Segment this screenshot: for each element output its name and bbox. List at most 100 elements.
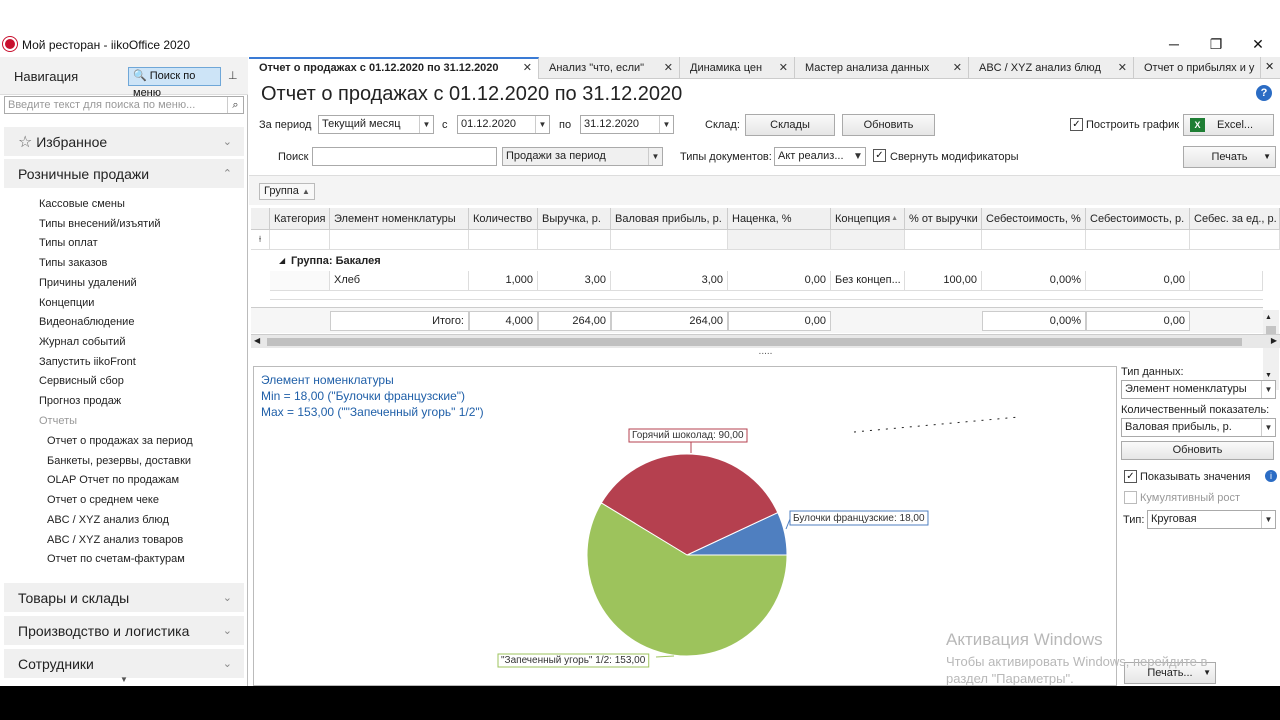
tab-abc-xyz[interactable]: ABC / XYZ анализ блюд ✕ (969, 57, 1134, 79)
group-chip[interactable]: Группа ▲ (259, 183, 315, 200)
scroll-left-icon[interactable]: ◀ (254, 336, 260, 345)
nav-report-item[interactable]: ABC / XYZ анализ блюд (47, 514, 169, 526)
help-icon[interactable]: ? (1256, 85, 1272, 101)
close-tab-icon[interactable]: ✕ (664, 57, 673, 79)
refresh-report-button[interactable]: Обновить (842, 114, 935, 136)
nav-item[interactable]: Видеонаблюдение (39, 316, 134, 328)
nav-section-goods[interactable]: Товары и склады ⌄ (4, 583, 244, 613)
close-window-button[interactable]: ✕ (1236, 34, 1280, 56)
scroll-down-icon[interactable]: ▼ (120, 675, 128, 684)
metric-select[interactable]: Валовая прибыль, р. ▼ (1121, 418, 1276, 437)
search-icon[interactable]: ⌕ (227, 97, 243, 113)
filter-cell[interactable] (728, 230, 831, 250)
column-header[interactable]: Себестоимость, % (982, 208, 1086, 230)
pin-icon[interactable]: ⊥ (228, 69, 238, 82)
chart-refresh-button[interactable]: Обновить (1121, 441, 1274, 460)
data-type-select[interactable]: Элемент номенклатуры ▼ (1121, 380, 1276, 399)
nav-item[interactable]: Причины удалений (39, 277, 137, 289)
close-tab-icon[interactable]: ✕ (1118, 57, 1127, 79)
nav-item[interactable]: Кассовые смены (39, 198, 125, 210)
nav-report-item[interactable]: Отчет о продажах за период (47, 435, 193, 447)
scroll-thumb[interactable] (267, 338, 1242, 346)
nav-report-item[interactable]: Банкеты, резервы, доставки (47, 455, 191, 467)
column-header[interactable]: Категория (270, 208, 330, 230)
minimize-button[interactable]: ─ (1152, 34, 1196, 56)
tab-what-if[interactable]: Анализ "что, если" ✕ (539, 57, 680, 79)
nav-item[interactable]: Сервисный сбор (39, 375, 124, 387)
show-values-checkbox[interactable]: ✓ (1124, 470, 1137, 483)
grid-search-input[interactable] (312, 147, 497, 166)
nav-report-item[interactable]: Отчет о среднем чеке (47, 494, 159, 506)
column-header[interactable]: Концепция ▲ (831, 208, 905, 230)
nav-item[interactable]: Журнал событий (39, 336, 125, 348)
nav-report-item[interactable]: Отчет по счетам-фактурам (47, 553, 185, 565)
nav-item[interactable]: Прогноз продаж (39, 395, 121, 407)
period-select[interactable]: Текущий месяц ▼ (318, 115, 434, 134)
nav-report-item[interactable]: OLAP Отчет по продажам (47, 474, 179, 486)
maximize-button[interactable]: ❐ (1194, 34, 1238, 56)
tab-close-all-icon[interactable]: ✕ (1265, 60, 1274, 73)
filter-cell[interactable] (611, 230, 728, 250)
filter-cell[interactable] (831, 230, 905, 250)
chart-type-select[interactable]: Круговая ▼ (1147, 510, 1276, 529)
menu-search-button[interactable]: 🔍 Поиск по меню (128, 67, 221, 99)
nav-search-input[interactable]: Введите текст для поиска по меню... ⌕ (4, 96, 244, 114)
filter-cell[interactable] (270, 230, 330, 250)
warehouses-button[interactable]: Склады (745, 114, 835, 136)
nav-item[interactable]: Типы заказов (39, 257, 107, 269)
nav-section-production[interactable]: Производство и логистика ⌄ (4, 616, 244, 646)
nav-item[interactable]: Запустить iikoFront (39, 356, 136, 368)
info-icon[interactable]: i (1265, 470, 1277, 482)
tab-data-wizard[interactable]: Мастер анализа данных ✕ (795, 57, 969, 79)
nav-item[interactable]: Отчеты (39, 415, 77, 427)
column-header[interactable]: Себес. за ед., р. (1190, 208, 1280, 230)
scroll-right-icon[interactable]: ▶ (1271, 336, 1277, 345)
date-from-field[interactable]: 01.12.2020 ▼ (457, 115, 550, 134)
tab-profit-report[interactable]: Отчет о прибылях и у (1134, 57, 1261, 79)
group-row[interactable]: ◢ Группа: Бакалея (251, 251, 1263, 271)
close-tab-icon[interactable]: ✕ (953, 57, 962, 79)
print-button[interactable]: Печать ▼ (1183, 146, 1276, 168)
nav-item[interactable]: Типы внесений/изъятий (39, 218, 160, 230)
scroll-up-icon[interactable]: ▲ (1265, 314, 1272, 321)
column-header[interactable]: Элемент номенклатуры (330, 208, 469, 230)
panel-splitter[interactable]: ..... (251, 347, 1280, 359)
column-header[interactable]: Себестоимость, р. (1086, 208, 1190, 230)
column-header[interactable]: Выручка, р. (538, 208, 611, 230)
filter-cell[interactable] (469, 230, 538, 250)
filter-cell[interactable] (538, 230, 611, 250)
tab-price-dynamics[interactable]: Динамика цен ✕ (680, 57, 795, 79)
date-to-field[interactable]: 31.12.2020 ▼ (580, 115, 674, 134)
collapse-modifiers-checkbox[interactable]: ✓ (873, 149, 886, 162)
nav-section-retail[interactable]: Розничные продажи ⌃ (4, 159, 244, 189)
filter-cell[interactable] (905, 230, 982, 250)
close-tab-icon[interactable]: ✕ (779, 57, 788, 79)
group-panel: Группа ▲ (249, 175, 1280, 205)
group-row-label: Группа: Бакалея (291, 255, 381, 267)
metric-label: Количественный показатель: (1121, 404, 1270, 416)
filter-cell[interactable] (1086, 230, 1190, 250)
nav-section-favorites[interactable]: ☆ Избранное ⌄ (4, 127, 244, 157)
excel-export-button[interactable]: X Excel... (1183, 114, 1274, 136)
nav-item[interactable]: Типы оплат (39, 237, 98, 249)
filter-cell[interactable] (982, 230, 1086, 250)
nav-item[interactable]: Концепции (39, 297, 94, 309)
doc-types-select[interactable]: Акт реализ... ▼ (774, 147, 866, 166)
pie-data-label-text: "Запеченный угорь" 1/2: 153,00 (501, 655, 646, 666)
date-from-value: 01.12.2020 (461, 118, 517, 130)
column-header[interactable]: % от выручки (905, 208, 982, 230)
column-header[interactable]: Количество (469, 208, 538, 230)
chevron-down-icon: ▼ (1261, 381, 1275, 398)
filter-cell[interactable] (330, 230, 469, 250)
tab-sales-report[interactable]: Отчет о продажах с 01.12.2020 по 31.12.2… (249, 57, 539, 79)
filter-cell[interactable] (1190, 230, 1280, 250)
collapse-triangle-icon[interactable]: ◢ (279, 251, 285, 271)
nav-report-item[interactable]: ABC / XYZ анализ товаров (47, 534, 183, 546)
close-tab-icon[interactable]: ✕ (523, 59, 532, 77)
build-chart-checkbox[interactable]: ✓ (1070, 118, 1083, 131)
column-header[interactable]: Наценка, % (728, 208, 831, 230)
cumulative-checkbox[interactable] (1124, 491, 1137, 504)
column-header[interactable]: Валовая прибыль, р. (611, 208, 728, 230)
pie-label-connector (655, 655, 675, 658)
report-type-select[interactable]: Продажи за период ▼ (502, 147, 663, 166)
